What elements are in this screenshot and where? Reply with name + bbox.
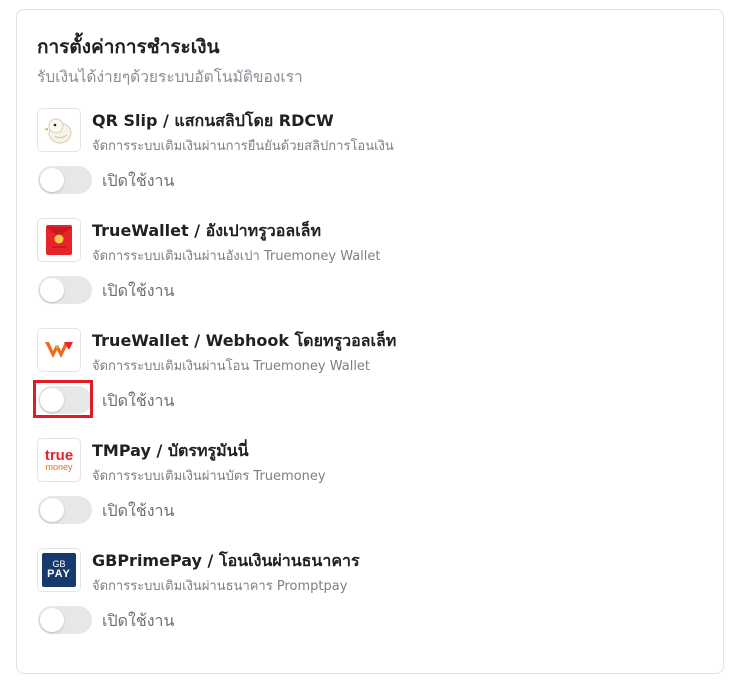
method-description: จัดการระบบเติมเงินผ่านบัตร Truemoney (92, 469, 326, 484)
toggle-label: เปิดใช้งาน (102, 281, 175, 300)
method-description: จัดการระบบเติมเงินผ่านอังเปา Truemoney W… (92, 249, 381, 264)
method-name: TrueWallet / อังเปาทรูวอลเล็ท (92, 221, 322, 240)
true-money-logo: true money (37, 438, 81, 482)
gb-pay-logo-bottom: PAY (47, 568, 71, 580)
method-description: จัดการระบบเติมเงินผ่านโอน Truemoney Wall… (92, 359, 371, 374)
payment-method-tmpay: true money TMPay / บัตรทรูมันนี่ จัดการร… (37, 438, 697, 538)
method-name: TMPay / บัตรทรูมันนี่ (92, 441, 249, 460)
toggle-label: เปิดใช้งาน (102, 611, 175, 630)
page-subtitle: รับเงินได้ง่ายๆด้วยระบบอัตโนมัติของเรา (37, 68, 303, 86)
enable-toggle-gbprimepay[interactable] (38, 606, 92, 634)
true-money-logo-bottom: money (45, 462, 73, 472)
toggle-knob (40, 498, 64, 522)
gb-pay-logo: GB PAY (37, 548, 81, 592)
method-description: จัดการระบบเติมเงินผ่านธนาคาร Promptpay (92, 579, 348, 594)
payment-method-qr-slip: QR Slip / แสกนสลิปโดย RDCW จัดการระบบเติ… (37, 108, 697, 208)
highlight-box (33, 380, 93, 418)
enable-toggle-truewallet-angpao[interactable] (38, 276, 92, 304)
true-money-logo-top: true (44, 447, 74, 464)
toggle-label: เปิดใช้งาน (102, 501, 175, 520)
red-envelope-icon (37, 218, 81, 262)
page-title: การตั้งค่าการชำระเงิน (37, 36, 220, 58)
enable-toggle-tmpay[interactable] (38, 496, 92, 524)
payment-method-truewallet-webhook: TrueWallet / Webhook โดยทรูวอลเล็ท จัดกา… (33, 328, 697, 428)
toggle-label: เปิดใช้งาน (102, 171, 175, 190)
payment-method-truewallet-angpao: TrueWallet / อังเปาทรูวอลเล็ท จัดการระบบ… (37, 218, 697, 318)
toggle-knob (40, 608, 64, 632)
enable-toggle-qr-slip[interactable] (38, 166, 92, 194)
duck-icon (37, 108, 81, 152)
method-name: TrueWallet / Webhook โดยทรูวอลเล็ท (92, 331, 397, 350)
method-name: QR Slip / แสกนสลิปโดย RDCW (92, 111, 334, 130)
method-name: GBPrimePay / โอนเงินผ่านธนาคาร (92, 551, 360, 570)
payment-settings-card: การตั้งค่าการชำระเงิน รับเงินได้ง่ายๆด้ว… (16, 9, 724, 674)
toggle-knob (40, 168, 64, 192)
toggle-knob (40, 278, 64, 302)
toggle-label: เปิดใช้งาน (102, 391, 175, 410)
method-description: จัดการระบบเติมเงินผ่านการยืนยันด้วยสลิปก… (92, 139, 394, 154)
truemoney-wallet-icon (37, 328, 81, 372)
payment-method-gbprimepay: GB PAY GBPrimePay / โอนเงินผ่านธนาคาร จั… (37, 548, 697, 648)
